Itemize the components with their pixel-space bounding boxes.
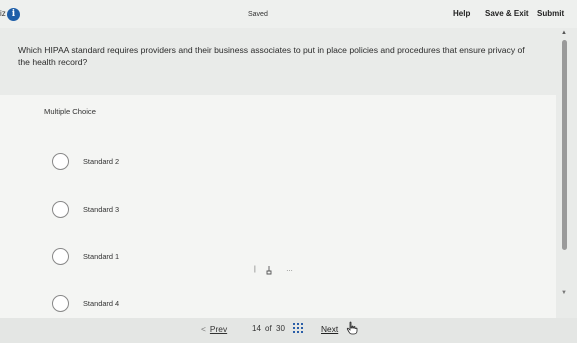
submit-button[interactable]: Submit xyxy=(537,9,564,18)
question-area: Which HIPAA standard requires providers … xyxy=(0,28,556,320)
top-bar: iz i Saved Help Save & Exit Submit xyxy=(0,0,577,28)
help-button[interactable]: Help xyxy=(453,9,470,18)
answer-option[interactable]: Standard 1 xyxy=(52,248,252,266)
answer-toolbar: | … xyxy=(250,266,300,278)
page-of-label: of xyxy=(265,324,272,333)
prev-button[interactable]: < Prev xyxy=(201,324,227,334)
answer-option-label: Standard 2 xyxy=(83,157,120,166)
scroll-down-arrow-icon[interactable]: ▼ xyxy=(561,290,567,296)
prev-label: Prev xyxy=(209,324,228,334)
scroll-up-arrow-icon[interactable]: ▲ xyxy=(561,30,567,36)
save-status: Saved xyxy=(248,11,268,18)
quiz-title-fragment: iz xyxy=(0,9,6,18)
radio-button[interactable] xyxy=(52,201,69,218)
next-button[interactable]: Next xyxy=(321,324,338,334)
answer-option[interactable]: Standard 2 xyxy=(52,153,252,171)
answer-panel: Multiple Choice Standard 2 Standard 3 St… xyxy=(0,95,556,320)
hand-pointer-icon[interactable] xyxy=(266,265,274,278)
radio-button[interactable] xyxy=(52,153,69,170)
save-exit-button[interactable]: Save & Exit xyxy=(485,9,529,18)
footer-nav: < Prev 14 of 30 Next xyxy=(0,318,577,343)
hand-cursor-icon xyxy=(346,321,358,340)
radio-button[interactable] xyxy=(52,248,69,265)
answer-option-label: Standard 3 xyxy=(83,205,120,214)
answer-option-label: Standard 4 xyxy=(83,299,120,308)
radio-button[interactable] xyxy=(52,295,69,312)
grid-icon[interactable] xyxy=(293,323,303,333)
scrollbar[interactable]: ▲ ▼ xyxy=(560,28,568,298)
total-pages: 30 xyxy=(276,324,285,333)
answer-option[interactable]: Standard 4 xyxy=(52,295,252,313)
scrollbar-thumb[interactable] xyxy=(562,40,567,250)
more-options-icon[interactable]: … xyxy=(286,266,293,273)
chevron-left-icon: < xyxy=(201,324,206,334)
question-type-label: Multiple Choice xyxy=(44,107,96,116)
answer-option-label: Standard 1 xyxy=(83,252,120,261)
toolbar-divider: | xyxy=(254,266,256,273)
question-text: Which HIPAA standard requires providers … xyxy=(18,45,525,67)
current-page: 14 xyxy=(252,324,261,333)
answer-option[interactable]: Standard 3 xyxy=(52,201,252,219)
info-icon[interactable]: i xyxy=(7,8,20,21)
